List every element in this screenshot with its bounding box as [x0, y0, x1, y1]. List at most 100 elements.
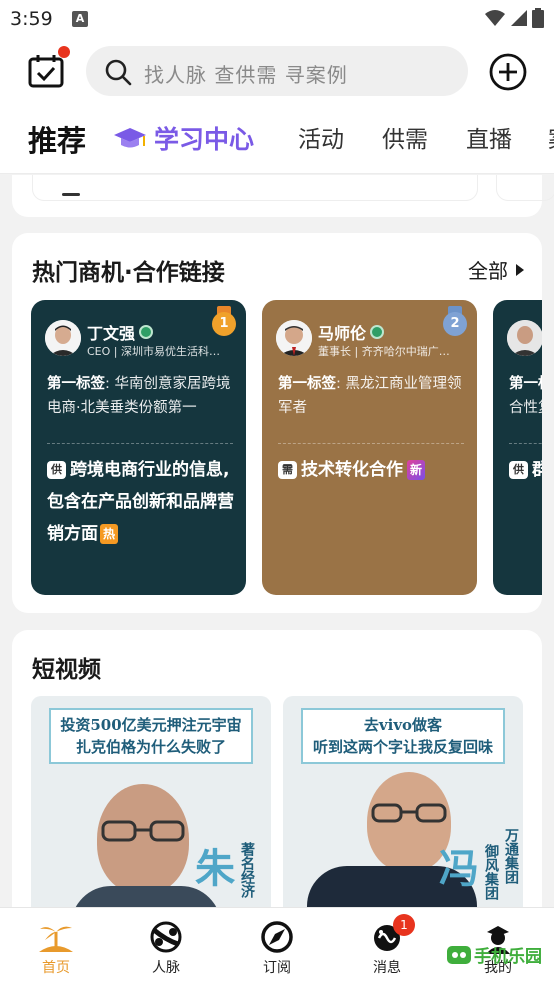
calendar-notification-dot — [58, 46, 70, 58]
video-thumbnail[interactable]: 去vivo做客 听到这两个字让我反复回味 冯 御风集团 万通集团 — [283, 696, 523, 907]
rank-number: 2 — [443, 312, 467, 336]
speaker-title: 万通集团 — [503, 828, 519, 884]
card-body-text: 群提服务 — [532, 460, 542, 480]
tag-label: 第一标 — [509, 376, 542, 392]
battery-icon — [532, 8, 544, 28]
avatar — [45, 320, 81, 356]
previous-section — [12, 175, 554, 217]
search-placeholder: 找人脉 查供需 寻案例 — [144, 63, 348, 87]
status-time: 3:59 — [10, 8, 53, 30]
card-subtitle: CEO | 深圳市易优生活科… — [87, 345, 220, 358]
card-tag: 第一标签: 黑龙江商业管理领军者 — [278, 372, 466, 420]
tab-activity[interactable]: 活动 — [298, 120, 344, 154]
previous-card[interactable] — [496, 175, 554, 201]
see-all-button[interactable]: 全部 — [468, 255, 524, 284]
section-title: 短视频 — [32, 657, 101, 683]
caption-line: 投资500亿美元押注元宇宙 — [60, 716, 242, 734]
video-caption: 投资500亿美元押注元宇宙 扎克伯格为什么失败了 — [49, 708, 253, 764]
nav-messages[interactable]: 1 消息 — [347, 914, 427, 977]
card-name-text: 马师伦 — [318, 324, 367, 343]
rank-number: 1 — [212, 312, 236, 336]
caption-line: 听到这两个字让我反复回味 — [312, 738, 493, 756]
speaker-title: 著名经济 — [239, 842, 255, 898]
message-icon — [347, 920, 427, 954]
tab-study-label: 学习中心 — [154, 125, 255, 154]
watermark-text: 手机乐园 — [474, 947, 542, 967]
wifi-icon — [485, 10, 505, 26]
graduation-cap-icon — [114, 128, 146, 148]
status-icons — [484, 8, 544, 28]
previous-card[interactable] — [32, 175, 478, 201]
opportunity-card[interactable]: 第一标合性复 供群提服务 — [493, 300, 542, 595]
arrow-right-icon — [516, 263, 524, 276]
card-body-text: 技术转化合作 — [301, 460, 403, 480]
feed[interactable]: 热门商机·合作链接 全部 丁文强 CEO | 深圳市易优生活科… 1 第一标签:… — [0, 175, 554, 907]
card-name: 丁文强 — [87, 320, 154, 344]
video-thumbnail[interactable]: 投资500亿美元押注元宇宙 扎克伯格为什么失败了 朱 著名经济 — [31, 696, 271, 907]
card-tag: 第一标合性复 — [509, 372, 542, 420]
nav-label: 消息 — [373, 960, 401, 976]
card-name-text: 丁文强 — [87, 324, 136, 343]
add-button[interactable] — [488, 52, 528, 92]
tag-text: 合性复 — [509, 400, 542, 416]
message-count-badge: 1 — [393, 914, 415, 936]
tab-supply-demand[interactable]: 供需 — [382, 120, 428, 154]
hot-opportunities-section: 热门商机·合作链接 全部 丁文强 CEO | 深圳市易优生活科… 1 第一标签:… — [12, 233, 542, 613]
tab-recommend[interactable]: 推荐 — [28, 118, 86, 160]
opportunity-card[interactable]: 马师伦 董事长 | 齐齐哈尔中瑞广… 2 第一标签: 黑龙江商业管理领军者 需技… — [262, 300, 477, 595]
divider — [278, 443, 464, 444]
divider — [47, 443, 233, 444]
supply-badge: 供 — [509, 461, 528, 479]
speaker-name: 朱 — [195, 845, 235, 892]
category-tabs: 推荐 学习中心 活动 供需 直播 案 — [0, 106, 554, 174]
bottom-nav: 首页 人脉 订阅 1 消息 我的 手机乐园 — [0, 907, 554, 984]
card-body: 需技术转化合作新 — [278, 454, 466, 486]
caption-line: 去vivo做客 — [363, 716, 443, 734]
signal-icon — [511, 10, 527, 26]
demand-badge: 需 — [278, 461, 297, 479]
supply-badge: 供 — [47, 461, 66, 479]
tag-label: 第一标签 — [47, 376, 105, 392]
nav-home[interactable]: 首页 — [16, 920, 96, 977]
compass-icon — [237, 920, 317, 954]
search-input[interactable]: 找人脉 查供需 寻案例 — [86, 46, 468, 96]
tab-study-center[interactable]: 学习中心 — [112, 120, 254, 156]
hot-badge: 热 — [100, 524, 119, 544]
contacts-icon — [126, 920, 206, 954]
card-body: 供跨境电商行业的信息,包含在产品创新和品牌营销方面热 — [47, 454, 235, 550]
section-title: 热门商机·合作链接 — [32, 260, 225, 286]
glasses-icon — [371, 803, 447, 823]
tag-label: 第一标签 — [278, 376, 336, 392]
nav-contacts[interactable]: 人脉 — [126, 920, 206, 977]
opportunity-card[interactable]: 丁文强 CEO | 深圳市易优生活科… 1 第一标签: 华南创意家居跨境电商·北… — [31, 300, 246, 595]
nav-label: 首页 — [42, 960, 70, 976]
search-icon — [105, 59, 132, 86]
video-caption: 去vivo做客 听到这两个字让我反复回味 — [301, 708, 505, 764]
short-video-section: 短视频 投资500亿美元押注元宇宙 扎克伯格为什么失败了 朱 著名经济 去viv… — [12, 630, 542, 907]
calendar-icon[interactable] — [28, 54, 64, 88]
watermark-logo-icon — [447, 945, 471, 964]
see-all-label: 全部 — [468, 259, 508, 283]
card-subtitle: 董事长 | 齐齐哈尔中瑞广… — [318, 345, 450, 358]
island-icon — [16, 920, 96, 954]
nav-subscribe[interactable]: 订阅 — [237, 920, 317, 977]
glasses-icon — [101, 820, 185, 842]
tab-case[interactable]: 案 — [548, 120, 554, 154]
tab-live[interactable]: 直播 — [466, 120, 512, 154]
nav-label: 订阅 — [263, 960, 291, 976]
new-badge: 新 — [407, 460, 426, 480]
speaker-title: 御风集团 — [483, 844, 499, 900]
avatar — [507, 320, 542, 356]
top-bar: 找人脉 查供需 寻案例 — [0, 40, 554, 106]
verified-icon — [370, 325, 385, 339]
avatar — [276, 320, 312, 356]
gold-medal-icon: 1 — [212, 306, 236, 338]
watermark: 手机乐园 — [446, 942, 542, 967]
card-body-text: 跨境电商行业的信息,包含在产品创新和品牌营销方面 — [47, 460, 234, 544]
status-bar: 3:59 A — [0, 0, 554, 40]
card-tag: 第一标签: 华南创意家居跨境电商·北美垂类份额第一 — [47, 372, 235, 420]
card-body: 供群提服务 — [509, 454, 542, 486]
notification-icon: A — [72, 11, 88, 27]
caption-line: 扎克伯格为什么失败了 — [75, 738, 226, 756]
divider — [509, 443, 542, 444]
